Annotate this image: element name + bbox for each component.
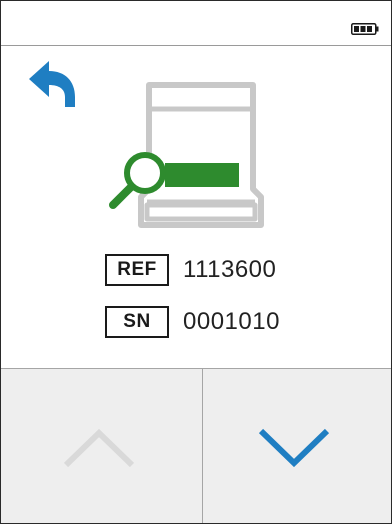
sn-label: SN	[105, 306, 169, 338]
status-bar	[1, 1, 391, 46]
device-screen: REF 1113600 SN 0001010	[0, 0, 392, 524]
navigation-bar	[1, 368, 391, 523]
sn-row: SN 0001010	[105, 306, 280, 338]
sn-value: 0001010	[183, 308, 280, 335]
back-arrow-icon[interactable]	[27, 59, 79, 109]
scroll-down-button[interactable]	[196, 369, 391, 523]
chevron-up-icon	[63, 428, 134, 467]
ref-value: 1113600	[183, 256, 277, 283]
device-search-icon	[109, 82, 264, 228]
scroll-up-button[interactable]	[1, 369, 196, 523]
ref-row: REF 1113600	[105, 254, 276, 286]
battery-icon	[351, 23, 379, 35]
ref-label: REF	[105, 254, 169, 286]
chevron-down-icon	[258, 428, 329, 467]
